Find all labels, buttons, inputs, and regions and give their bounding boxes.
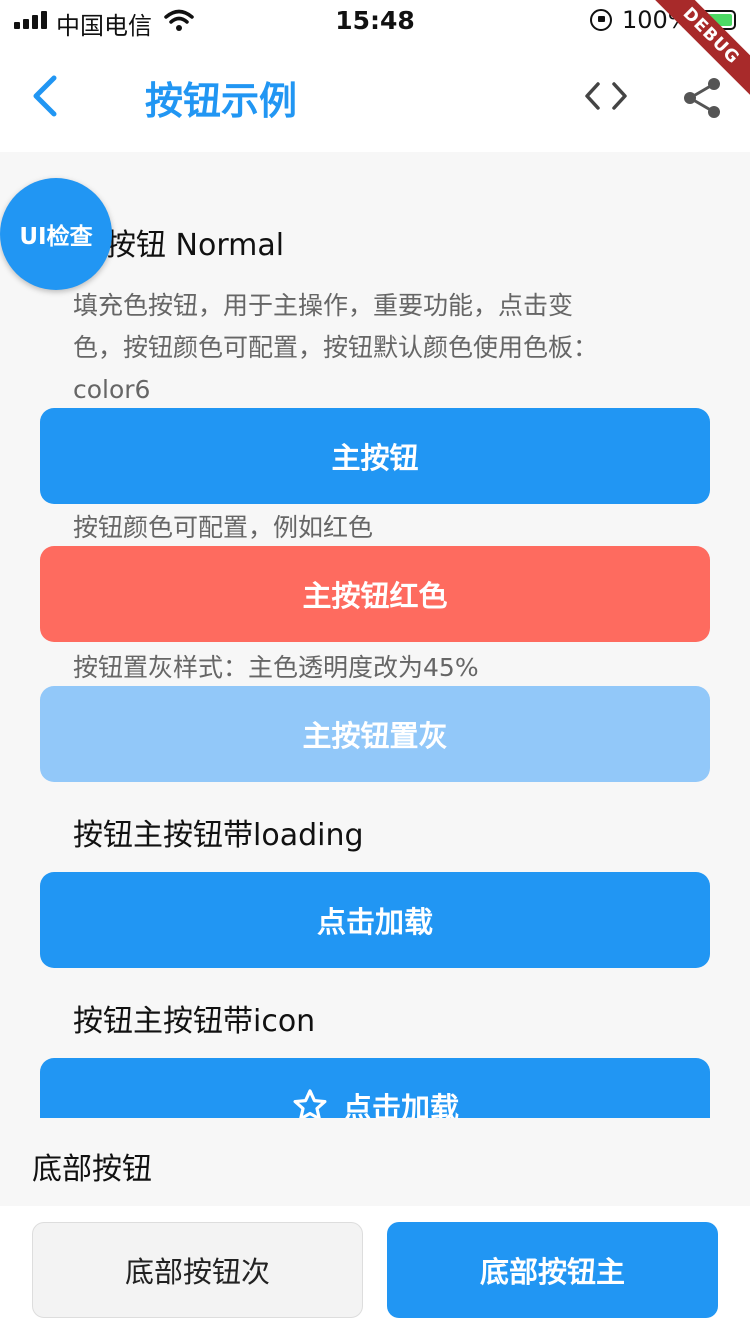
nav-bar: 按钮示例 (0, 40, 750, 152)
primary-red-button[interactable]: 主按钮红色 (40, 546, 710, 642)
bottom-section-title: 底部按钮 (32, 1152, 152, 1187)
loading-button[interactable]: 点击加载 (40, 872, 710, 968)
icon-button-label: 点击加载 (342, 1091, 459, 1118)
primary-disabled-button-label: 主按钮置灰 (302, 719, 448, 753)
icon-button[interactable]: 点击加载 (40, 1058, 710, 1118)
section-title-normal: 按钮 Normal (106, 228, 285, 263)
page-title: 按钮示例 (145, 79, 298, 123)
back-icon[interactable] (24, 72, 68, 120)
red-desc: 按钮颜色可配置，例如红色 (73, 513, 374, 542)
primary-button-label: 主按钮 (331, 441, 419, 475)
rotation-lock-icon (590, 9, 612, 31)
normal-desc-line3: color6 (73, 375, 151, 404)
primary-red-button-label: 主按钮红色 (302, 579, 448, 613)
content-area[interactable]: 按钮 Normal 填充色按钮，用于主操作，重要功能，点击变 色，按钮颜色可配置… (0, 152, 750, 1118)
bottom-button-bar: 底部按钮次 底部按钮主 (0, 1206, 750, 1334)
normal-desc-line1: 填充色按钮，用于主操作，重要功能，点击变 (73, 291, 574, 320)
bottom-secondary-button[interactable]: 底部按钮次 (32, 1222, 363, 1318)
star-outline-icon (293, 1089, 327, 1118)
code-icon[interactable] (584, 78, 628, 114)
disabled-desc: 按钮置灰样式：主色透明度改为45% (73, 653, 479, 682)
primary-disabled-button: 主按钮置灰 (40, 686, 710, 782)
bottom-primary-button[interactable]: 底部按钮主 (387, 1222, 718, 1318)
status-bar: 中国电信 15:48 100% (0, 0, 750, 40)
primary-button[interactable]: 主按钮 (40, 408, 710, 504)
ui-inspect-button[interactable]: UI检查 (0, 178, 112, 290)
bottom-secondary-label: 底部按钮次 (124, 1255, 270, 1289)
share-icon[interactable] (680, 76, 724, 120)
loading-section-title: 按钮主按钮带loading (73, 818, 364, 853)
bottom-primary-label: 底部按钮主 (479, 1255, 625, 1289)
loading-button-label: 点击加载 (316, 905, 433, 939)
ui-inspect-label: UI检查 (19, 224, 93, 250)
normal-desc-line2: 色，按钮颜色可配置，按钮默认颜色使用色板： (73, 333, 599, 362)
icon-section-title: 按钮主按钮带icon (73, 1004, 316, 1039)
